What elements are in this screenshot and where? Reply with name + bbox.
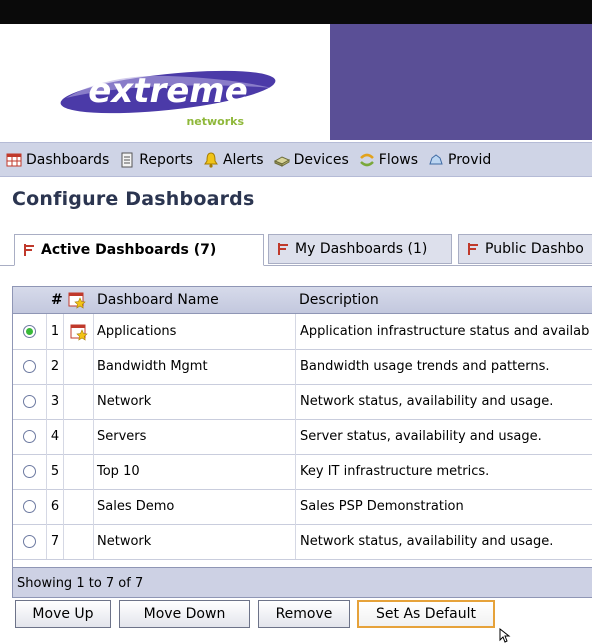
table-row[interactable]: 1 Applications Application infrastructur…	[13, 314, 592, 350]
row-number: 4	[47, 419, 64, 454]
nav-label: Alerts	[222, 151, 264, 168]
row-number: 6	[47, 489, 64, 524]
row-radio[interactable]	[23, 325, 36, 338]
provider-icon	[429, 153, 443, 164]
table-row[interactable]: 4 Servers Server status, availability an…	[13, 419, 592, 455]
nav-item-dashboards[interactable]: Dashboards	[6, 152, 109, 168]
remove-button[interactable]: Remove	[258, 600, 350, 628]
top-bar	[0, 0, 592, 24]
banner-purple-panel	[330, 24, 592, 140]
row-radio[interactable]	[23, 535, 36, 548]
dashboards-table: # Dashboard Name Description 1 Applicati…	[12, 286, 592, 598]
pagination-summary: Showing 1 to 7 of 7	[17, 575, 144, 591]
dashboard-flag-icon	[24, 244, 34, 256]
row-name: Network	[94, 384, 296, 419]
header-banner: extreme networks	[0, 24, 592, 140]
row-number: 3	[47, 384, 64, 419]
row-name: Network	[94, 524, 296, 559]
row-description: Application infrastructure status and av…	[300, 324, 590, 339]
column-header-description[interactable]: Description	[299, 287, 589, 313]
nav-item-providers[interactable]: Provid	[428, 152, 491, 168]
flows-icon	[359, 153, 374, 166]
nav-label: Devices	[293, 151, 349, 168]
row-default-cell	[64, 419, 94, 454]
row-radio[interactable]	[23, 500, 36, 513]
table-row[interactable]: 7 Network Network status, availability a…	[13, 524, 592, 560]
nav-item-flows[interactable]: Flows	[359, 152, 418, 168]
table-row[interactable]: 6 Sales Demo Sales PSP Demonstration	[13, 489, 592, 525]
tab-label: Public Dashbo	[485, 241, 584, 257]
tab-label: My Dashboards (1)	[295, 241, 428, 257]
row-default-cell	[64, 454, 94, 489]
row-name: Sales Demo	[94, 489, 296, 524]
move-up-button[interactable]: Move Up	[15, 600, 111, 628]
column-header-name[interactable]: Dashboard Name	[97, 287, 277, 313]
column-header-number: #	[51, 292, 63, 308]
row-default-cell	[64, 524, 94, 559]
default-star-icon	[68, 287, 88, 313]
nav-item-alerts[interactable]: Alerts	[203, 152, 264, 168]
device-icon	[273, 155, 290, 167]
dashboard-flag-icon	[468, 243, 478, 255]
row-name: Bandwidth Mgmt	[94, 349, 296, 384]
table-row[interactable]: 5 Top 10 Key IT infrastructure metrics.	[13, 454, 592, 490]
nav-label: Dashboards	[26, 151, 110, 168]
row-default-cell	[64, 349, 94, 384]
table-row[interactable]: 2 Bandwidth Mgmt Bandwidth usage trends …	[13, 349, 592, 385]
row-radio[interactable]	[23, 430, 36, 443]
tab-my-dashboards[interactable]: My Dashboards (1)	[268, 234, 452, 264]
set-default-button[interactable]: Set As Default	[357, 600, 495, 628]
nav-label: Provid	[448, 151, 492, 168]
row-default-cell	[64, 489, 94, 524]
row-name: Applications	[94, 314, 296, 349]
default-dashboard-icon	[64, 314, 94, 349]
logo-subtext: networks	[186, 115, 244, 128]
row-number: 5	[47, 454, 64, 489]
mouse-cursor-icon	[499, 628, 511, 643]
tab-public-dashboards[interactable]: Public Dashbo	[458, 234, 592, 264]
row-radio[interactable]	[23, 395, 36, 408]
move-down-button[interactable]: Move Down	[119, 600, 250, 628]
row-number: 2	[47, 349, 64, 384]
row-description: Server status, availability and usage.	[300, 429, 542, 444]
row-description: Key IT infrastructure metrics.	[300, 464, 490, 479]
nav-label: Flows	[378, 151, 419, 168]
tab-label: Active Dashboards (7)	[41, 242, 217, 258]
nav-item-devices[interactable]: Devices	[273, 151, 349, 168]
tab-active-dashboards[interactable]: Active Dashboards (7)	[14, 234, 264, 266]
table-row[interactable]: 3 Network Network status, availability a…	[13, 384, 592, 420]
row-description: Bandwidth usage trends and patterns.	[300, 359, 550, 374]
row-number: 1	[47, 314, 64, 349]
dashboard-tabs: Active Dashboards (7) My Dashboards (1) …	[0, 232, 592, 266]
row-default-cell	[64, 384, 94, 419]
row-radio[interactable]	[23, 360, 36, 373]
row-description: Network status, availability and usage.	[300, 534, 554, 549]
row-name: Servers	[94, 419, 296, 454]
row-radio[interactable]	[23, 465, 36, 478]
row-number: 7	[47, 524, 64, 559]
main-nav: Dashboards Reports Alerts Devices Flows …	[0, 142, 592, 177]
page-title: Configure Dashboards	[12, 188, 255, 210]
logo-wordmark: extreme	[88, 71, 248, 111]
report-icon	[121, 152, 133, 167]
row-description: Network status, availability and usage.	[300, 394, 554, 409]
extreme-networks-logo: extreme networks	[60, 70, 276, 128]
table-header: # Dashboard Name Description	[13, 287, 592, 314]
dashboard-grid-icon	[6, 153, 22, 166]
row-name: Top 10	[94, 454, 296, 489]
dashboard-flag-icon	[278, 243, 288, 255]
nav-label: Reports	[139, 151, 193, 168]
table-footer: Showing 1 to 7 of 7	[13, 567, 592, 597]
row-description: Sales PSP Demonstration	[300, 499, 464, 514]
nav-item-reports[interactable]: Reports	[119, 152, 193, 168]
bell-icon	[204, 151, 218, 168]
